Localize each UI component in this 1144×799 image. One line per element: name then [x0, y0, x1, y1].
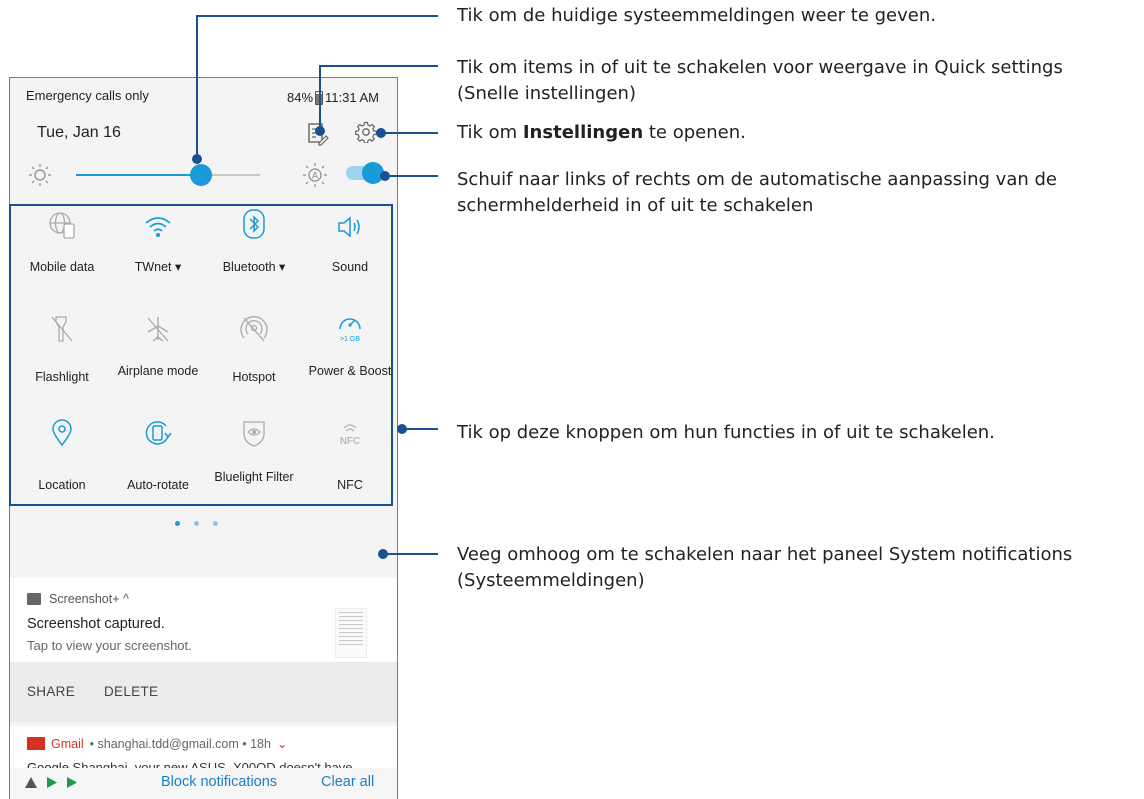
brightness-slider[interactable]: [76, 164, 260, 186]
annotation-settings: Tik om Instellingen te openen.: [457, 120, 746, 146]
callout-line: [384, 175, 438, 177]
status-time: 11:31 AM: [325, 90, 379, 105]
notification-subtitle: Tap to view your screenshot.: [27, 638, 192, 653]
callout-dot: [376, 128, 386, 138]
callout-line: [319, 65, 438, 67]
annotation-tiles: Tik op deze knoppen om hun functies in o…: [457, 422, 995, 443]
annotation-text: te openen.: [643, 122, 746, 143]
screenshot-thumbnail[interactable]: [335, 608, 367, 658]
notification-app-name: Screenshot+ ^: [49, 592, 129, 606]
image-icon: [27, 593, 41, 605]
brightness-fill: [76, 174, 202, 176]
auto-brightness-icon: A: [303, 163, 327, 187]
annotation-line: (Systeemmeldingen): [457, 570, 645, 591]
gmail-icon: [27, 737, 45, 750]
status-right: 84% 11:31 AM: [287, 90, 379, 105]
page-dot[interactable]: [213, 521, 218, 526]
drive-icon: [25, 777, 37, 788]
notification-footer: Block notifications Clear all: [10, 768, 397, 799]
notification-title: Screenshot captured.: [27, 616, 165, 632]
notification-app: Screenshot+ ^: [27, 592, 129, 606]
page-dot[interactable]: [175, 521, 180, 526]
screenshot-notification[interactable]: Screenshot+ ^ Screenshot captured. Tap t…: [10, 578, 397, 722]
annotation-line: Schuif naar links of rechts om de automa…: [457, 169, 1057, 190]
annotation-edit-tiles: Tik om items in of uit te schakelen voor…: [457, 55, 1063, 107]
callout-dot: [397, 424, 407, 434]
gmail-account: • shanghai.tdd@gmail.com • 18h: [89, 736, 271, 751]
annotation-text: Tik om: [457, 122, 523, 143]
footer-app-icons: [24, 776, 78, 789]
callout-dot: [192, 154, 202, 164]
tiles-highlight-box: [9, 204, 393, 506]
gmail-app-name: Gmail: [51, 736, 84, 751]
chevron-down-icon[interactable]: ⌄: [277, 736, 287, 751]
svg-text:A: A: [312, 171, 318, 181]
page-indicator: [175, 521, 218, 526]
delete-button[interactable]: DELETE: [104, 684, 158, 699]
callout-dot: [380, 171, 390, 181]
auto-brightness-toggle[interactable]: [346, 162, 384, 184]
annotation-system-notifications: Tik om de huidige systeemmeldingen weer …: [457, 5, 936, 26]
callout-dot: [315, 126, 325, 136]
annotation-line: (Snelle instellingen): [457, 83, 636, 104]
play-store-icon: [47, 777, 57, 788]
brightness-knob[interactable]: [190, 164, 213, 186]
callout-line: [196, 15, 198, 159]
brightness-low-icon: [29, 164, 51, 186]
callout-line: [319, 65, 321, 128]
battery-percent: 84%: [287, 90, 314, 105]
share-button[interactable]: SHARE: [27, 684, 75, 699]
play-store-icon: [67, 777, 77, 788]
date-label: Tue, Jan 16: [37, 124, 121, 141]
callout-line: [380, 132, 438, 134]
callout-line: [383, 553, 438, 555]
callout-line: [196, 15, 438, 17]
annotation-line: Tik om items in of uit te schakelen voor…: [457, 57, 1063, 78]
annotation-auto-brightness: Schuif naar links of rechts om de automa…: [457, 167, 1057, 219]
annotation-swipe-up: Veeg omhoog om te schakelen naar het pan…: [457, 542, 1072, 594]
clear-all-button[interactable]: Clear all: [321, 774, 374, 790]
gear-icon[interactable]: [355, 121, 377, 143]
callout-dot: [378, 549, 388, 559]
status-carrier: Emergency calls only: [26, 88, 149, 103]
gmail-header: Gmail • shanghai.tdd@gmail.com • 18h ⌄: [27, 736, 287, 751]
annotation-bold: Instellingen: [522, 122, 644, 143]
page-dot[interactable]: [194, 521, 199, 526]
block-notifications-button[interactable]: Block notifications: [161, 774, 277, 790]
annotation-line: schermhelderheid in of uit te schakelen: [457, 195, 814, 216]
callout-line: [402, 428, 438, 430]
notification-actions: SHARE DELETE: [10, 662, 397, 722]
annotation-line: Veeg omhoog om te schakelen naar het pan…: [457, 544, 1073, 565]
